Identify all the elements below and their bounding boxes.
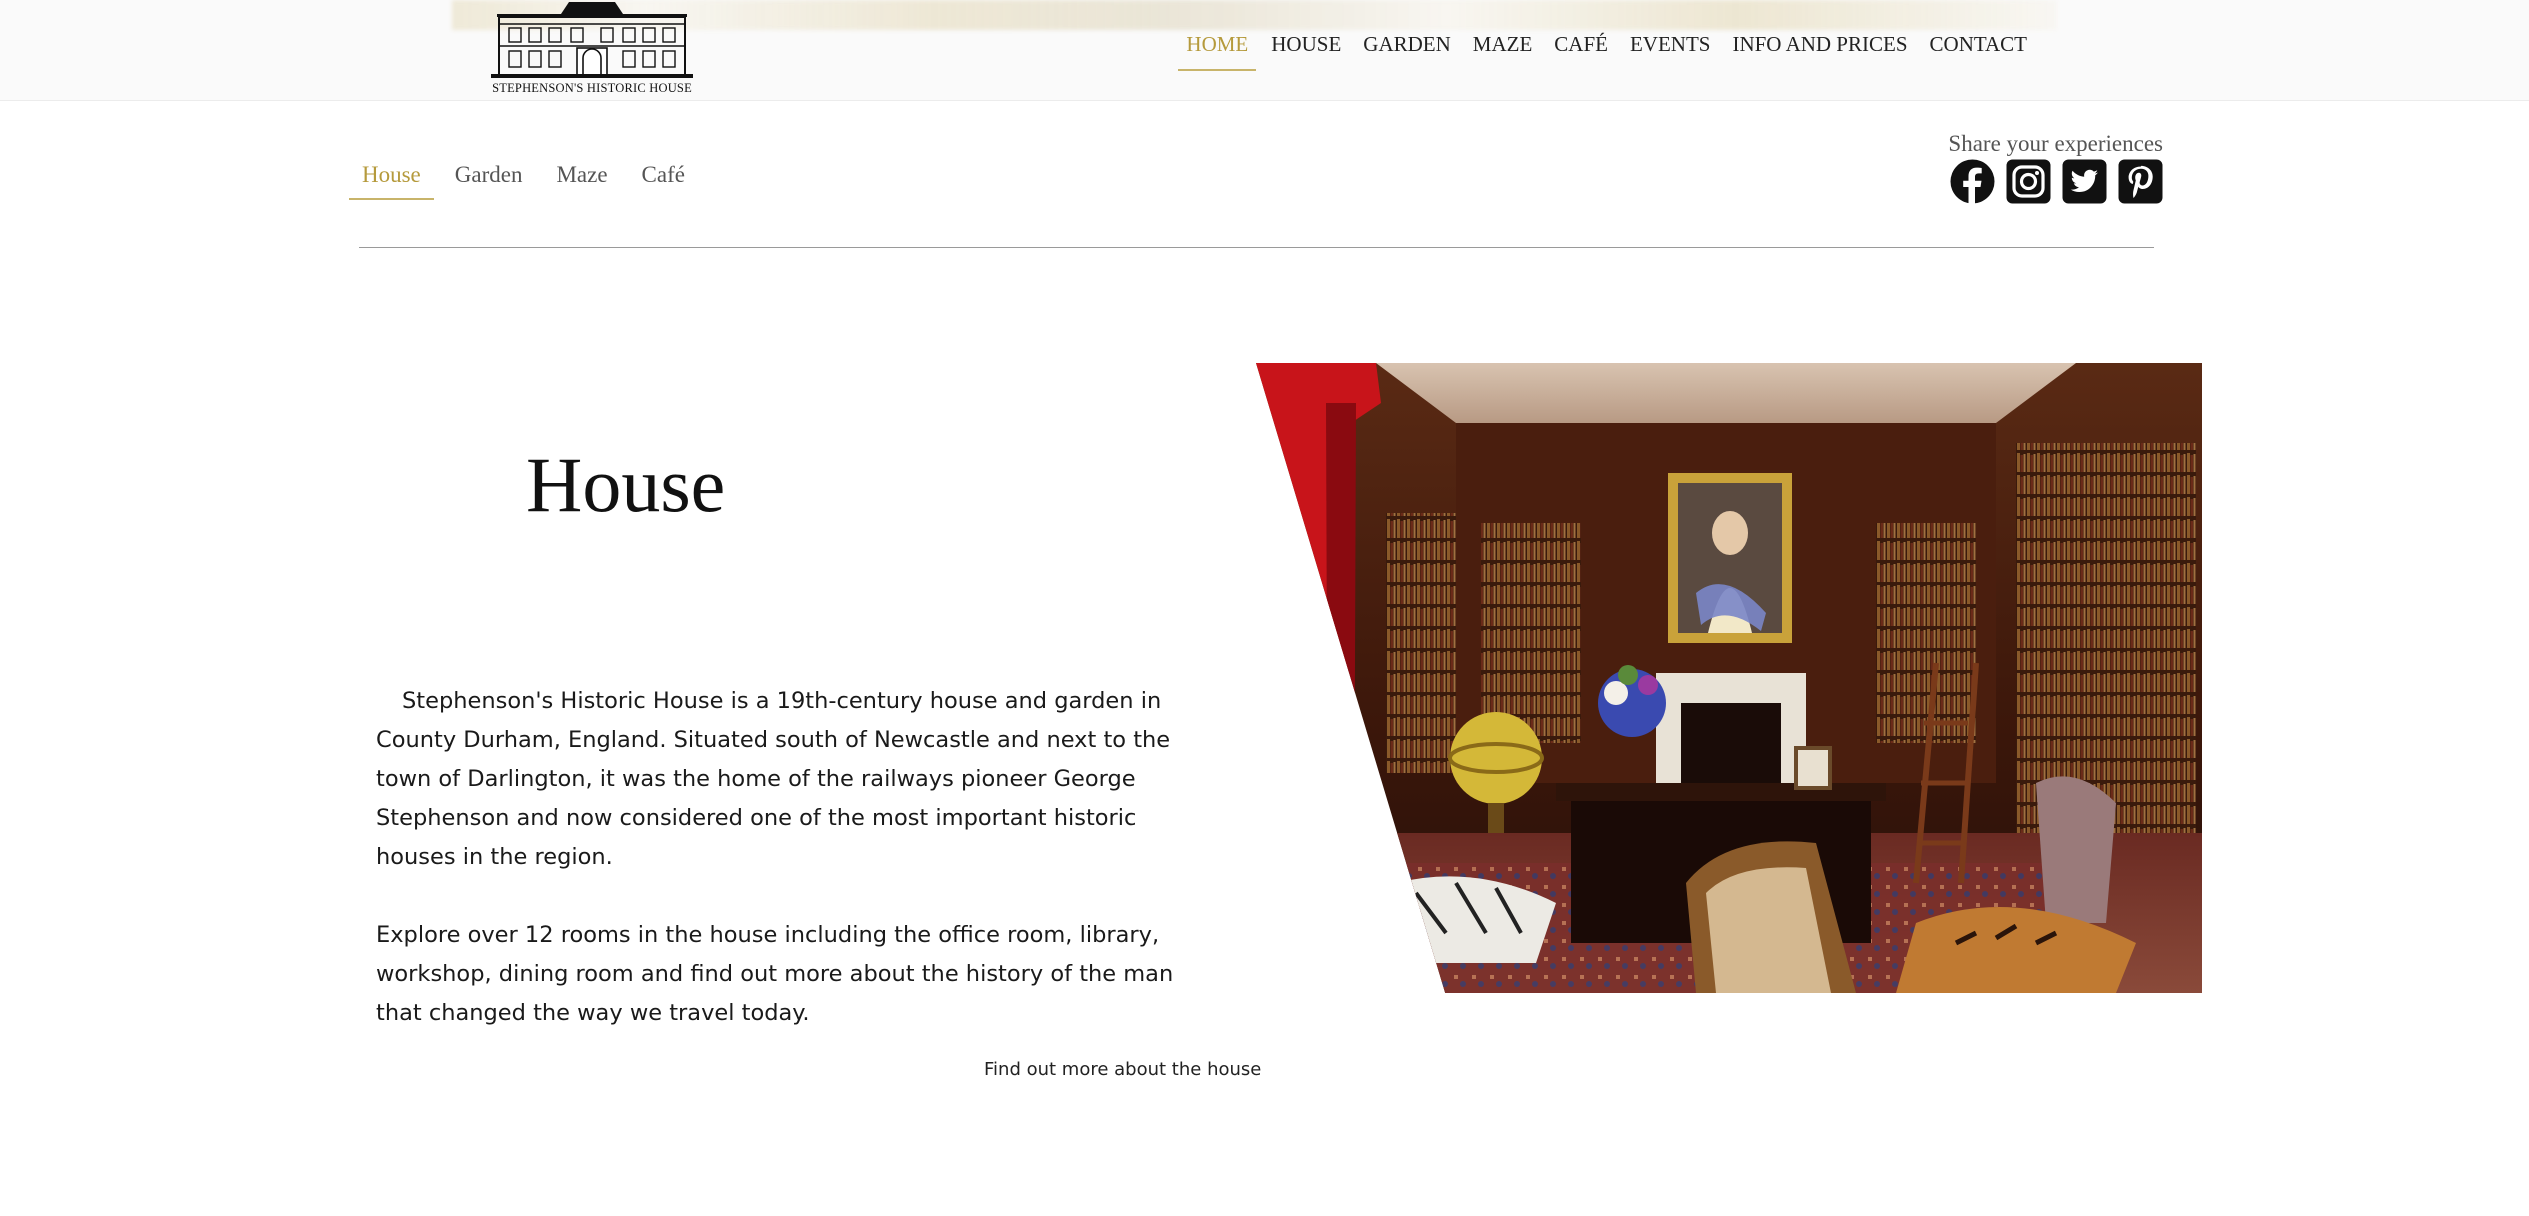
facebook-icon[interactable]: [1950, 159, 1995, 204]
nav-item-info-and-prices[interactable]: INFO AND PRICES: [1725, 30, 1914, 71]
find-out-more-link[interactable]: Find out more about the house: [984, 1059, 1261, 1080]
intro-text: Stephenson's Historic House is a 19th-ce…: [376, 682, 1206, 1072]
nav-item-maze[interactable]: MAZE: [1466, 30, 1540, 71]
nav-item-cafe[interactable]: CAFÉ: [1547, 30, 1615, 71]
tab-house[interactable]: House: [349, 160, 434, 200]
section-divider: [359, 247, 2154, 248]
intro-paragraph-2: Explore over 12 rooms in the house inclu…: [376, 922, 1174, 1026]
pinterest-icon[interactable]: [2118, 159, 2163, 204]
share-label: Share your experiences: [1948, 131, 2163, 156]
logo-caption: STEPHENSON'S HISTORIC HOUSE: [492, 81, 692, 95]
house-logo-icon: [491, 2, 693, 78]
instagram-icon[interactable]: [2006, 159, 2051, 204]
site-header: STEPHENSON'S HISTORIC HOUSE HOME HOUSE G…: [0, 0, 2529, 101]
intro-paragraph-1: Stephenson's Historic House is a 19th-ce…: [376, 688, 1171, 870]
nav-item-home[interactable]: HOME: [1178, 30, 1257, 71]
page-title: House: [526, 441, 726, 528]
nav-item-house[interactable]: HOUSE: [1264, 30, 1348, 71]
social-links: [1933, 159, 2163, 204]
share-section: Share your experiences: [1933, 131, 2163, 204]
main-navigation: HOME HOUSE GARDEN MAZE CAFÉ EVENTS INFO …: [1170, 30, 2034, 71]
twitter-icon[interactable]: [2062, 159, 2107, 204]
nav-item-events[interactable]: EVENTS: [1623, 30, 1718, 71]
nav-item-contact[interactable]: CONTACT: [1923, 30, 2034, 71]
section-tabs: House Garden Maze Café: [349, 160, 706, 200]
library-room-photo: [1256, 363, 2202, 993]
nav-item-garden[interactable]: GARDEN: [1356, 30, 1458, 71]
tab-cafe[interactable]: Café: [629, 160, 698, 200]
site-logo[interactable]: STEPHENSON'S HISTORIC HOUSE: [487, 0, 697, 98]
tab-maze[interactable]: Maze: [543, 160, 620, 200]
tab-garden[interactable]: Garden: [442, 160, 536, 200]
